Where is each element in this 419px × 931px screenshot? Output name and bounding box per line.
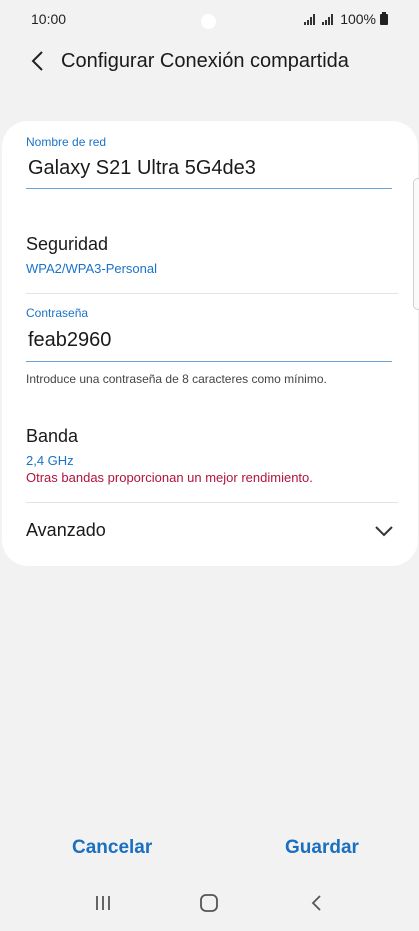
chevron-down-icon bbox=[375, 526, 393, 537]
scrollbar[interactable] bbox=[413, 178, 419, 310]
password-underline bbox=[26, 361, 392, 362]
app-header: Configurar Conexión compartida bbox=[0, 42, 419, 80]
back-nav-button[interactable] bbox=[296, 883, 336, 923]
signal-icon bbox=[304, 13, 316, 25]
band-warning: Otras bandas proporcionan un mejor rendi… bbox=[26, 470, 313, 485]
page-title: Configurar Conexión compartida bbox=[61, 49, 349, 72]
security-title: Seguridad bbox=[26, 234, 109, 254]
battery-icon bbox=[380, 11, 388, 25]
cancel-button[interactable]: Cancelar bbox=[66, 836, 158, 860]
status-time: 10:00 bbox=[31, 11, 67, 27]
band-row[interactable]: Banda 2,4 GHz Otras bandas proporcionan … bbox=[2, 413, 418, 501]
home-button[interactable] bbox=[189, 883, 229, 923]
advanced-row[interactable]: Avanzado bbox=[2, 503, 418, 559]
network-name-label: Nombre de red bbox=[26, 135, 107, 149]
advanced-title: Avanzado bbox=[26, 520, 106, 540]
password-label: Contraseña bbox=[26, 306, 89, 320]
network-name-input[interactable] bbox=[28, 157, 388, 180]
band-value: 2,4 GHz bbox=[26, 453, 74, 468]
signal-icon-2 bbox=[322, 13, 334, 25]
recents-icon bbox=[96, 896, 111, 910]
screen: 10:00 100% Configurar Conexión compartid… bbox=[0, 0, 419, 931]
battery-percent: 100% bbox=[340, 11, 376, 27]
network-name-underline bbox=[26, 188, 392, 189]
password-helper-text: Introduce una contraseña de 8 caracteres… bbox=[26, 372, 327, 386]
password-input[interactable] bbox=[28, 329, 388, 352]
status-icons: 100% bbox=[304, 11, 388, 27]
security-value: WPA2/WPA3-Personal bbox=[26, 261, 158, 276]
camera-cutout bbox=[201, 14, 216, 29]
recents-button[interactable] bbox=[83, 883, 123, 923]
security-row[interactable]: Seguridad WPA2/WPA3-Personal bbox=[2, 221, 418, 293]
chevron-left-icon bbox=[31, 51, 43, 71]
system-nav-bar bbox=[0, 875, 419, 931]
divider bbox=[26, 293, 398, 294]
back-button[interactable] bbox=[22, 46, 52, 76]
save-button[interactable]: Guardar bbox=[279, 836, 365, 860]
home-icon bbox=[200, 894, 219, 912]
settings-card: Nombre de red Seguridad WPA2/WPA3-Person… bbox=[2, 121, 418, 566]
band-title: Banda bbox=[26, 426, 79, 446]
back-icon bbox=[311, 895, 321, 911]
